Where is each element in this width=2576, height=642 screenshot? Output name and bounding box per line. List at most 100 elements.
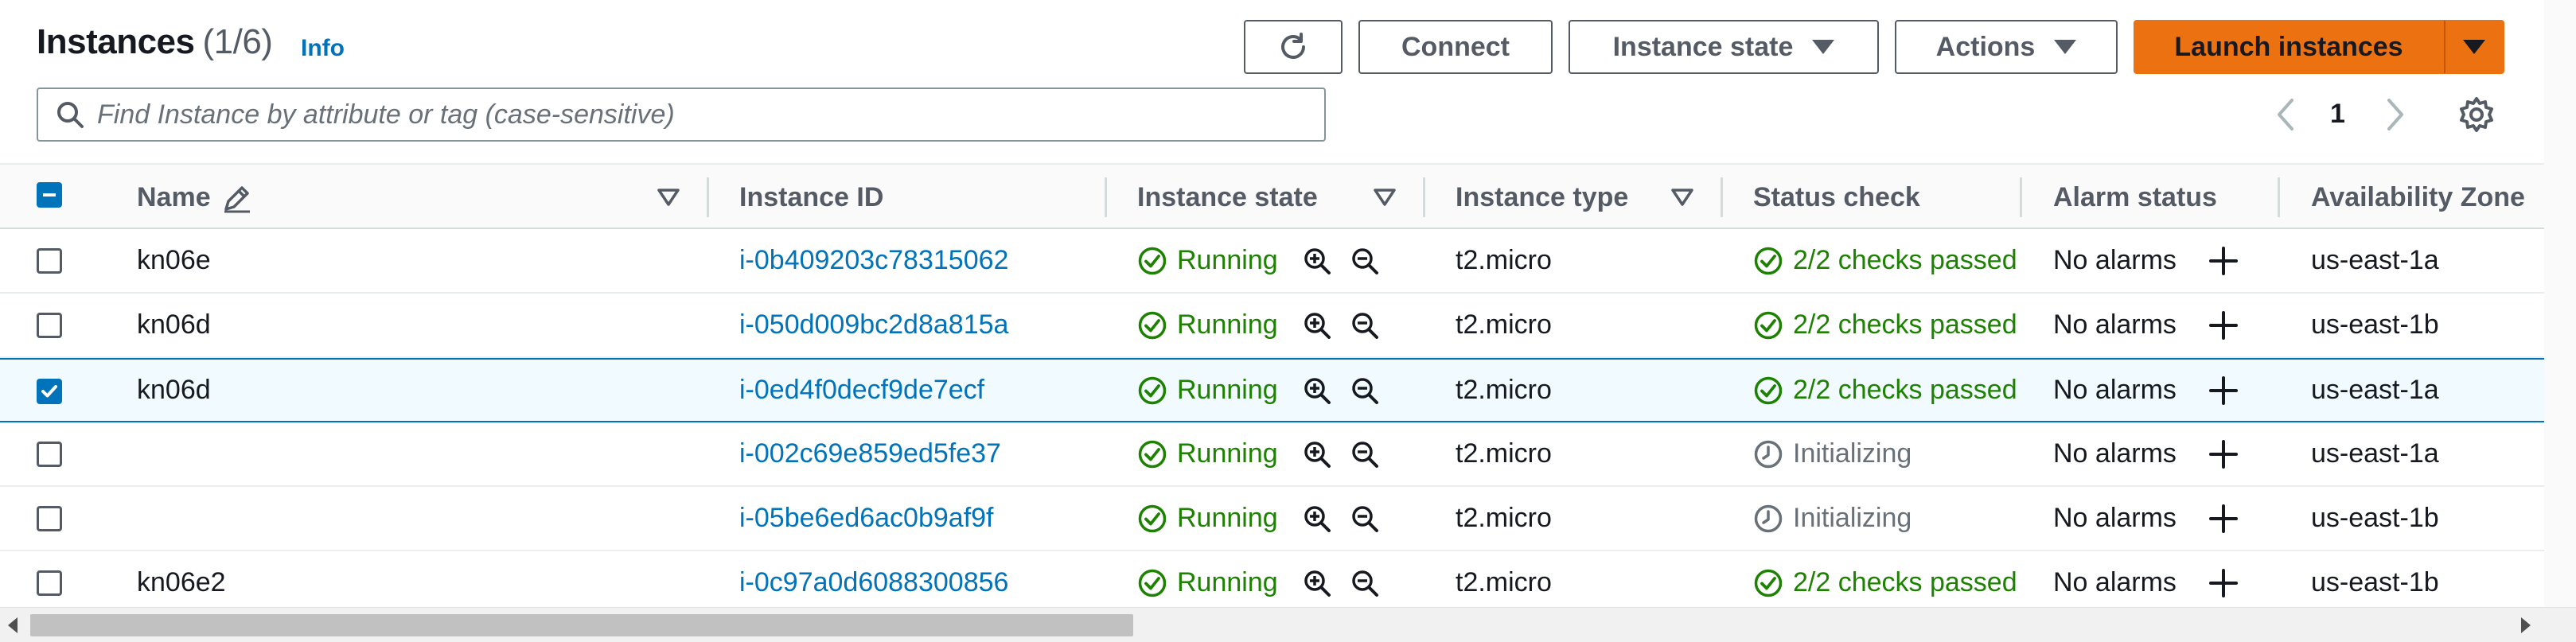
instance-id-link[interactable]: i-05be6ed6ac0b9af9f xyxy=(739,487,994,550)
column-divider[interactable] xyxy=(2020,177,2022,217)
zoom-out-icon[interactable] xyxy=(1350,504,1380,534)
table-row[interactable]: i-05be6ed6ac0b9af9f Running t2.micro Initia… xyxy=(0,487,2576,551)
instance-state: Running xyxy=(1137,229,1278,292)
table-header: Name Instance ID Instance state Instance… xyxy=(0,163,2576,229)
page-title: Instances (1/6) xyxy=(37,22,273,62)
search-box[interactable] xyxy=(37,88,1326,142)
plus-icon[interactable] xyxy=(2208,375,2239,407)
next-page-icon[interactable] xyxy=(2381,95,2410,134)
column-header-availability-zone[interactable]: Availability Zone xyxy=(2311,182,2525,213)
status-check-text: Initializing xyxy=(1793,503,1912,533)
column-header-instance-type[interactable]: Instance type xyxy=(1456,182,1628,213)
check-circle-icon xyxy=(1754,569,1783,597)
add-alarm-button[interactable] xyxy=(2208,294,2239,356)
select-all-checkbox[interactable] xyxy=(37,182,62,208)
column-divider[interactable] xyxy=(1721,177,1723,217)
check-circle-icon xyxy=(1138,311,1167,339)
column-divider[interactable] xyxy=(1423,177,1425,217)
previous-page-icon[interactable] xyxy=(2271,95,2300,134)
zoom-in-icon[interactable] xyxy=(1302,504,1332,534)
sort-down-icon[interactable] xyxy=(1671,189,1693,206)
add-alarm-button[interactable] xyxy=(2208,422,2239,485)
instance-state-dropdown[interactable]: Instance state xyxy=(1569,20,1879,74)
instance-id-link[interactable]: i-0b409203c78315062 xyxy=(739,229,1008,292)
table-row[interactable]: kn06d i-050d009bc2d8a815a Running t2.micro 2… xyxy=(0,294,2576,358)
row-checkbox[interactable] xyxy=(37,570,62,596)
zoom-out-icon[interactable] xyxy=(1350,246,1380,276)
add-alarm-button[interactable] xyxy=(2208,229,2239,292)
plus-icon[interactable] xyxy=(2208,438,2239,470)
instance-state: Running xyxy=(1137,487,1278,550)
zoom-in-icon[interactable] xyxy=(1302,568,1332,598)
refresh-button[interactable] xyxy=(1244,20,1343,74)
column-divider[interactable] xyxy=(2278,177,2280,217)
zoom-out-icon[interactable] xyxy=(1350,310,1380,340)
row-checkbox[interactable] xyxy=(37,313,62,338)
zoom-out-icon[interactable] xyxy=(1350,439,1380,469)
instance-name: kn06e xyxy=(137,245,211,275)
row-checkbox[interactable] xyxy=(37,379,62,404)
plus-icon[interactable] xyxy=(2208,567,2239,599)
sort-down-icon[interactable] xyxy=(1374,189,1396,206)
table-row[interactable]: kn06e i-0b409203c78315062 Running t2.micro 2… xyxy=(0,229,2576,294)
plus-icon[interactable] xyxy=(2208,245,2239,277)
column-divider[interactable] xyxy=(1105,177,1107,217)
check-circle-icon xyxy=(1138,376,1167,404)
instance-id-link[interactable]: i-002c69e859ed5fe37 xyxy=(739,422,1001,485)
column-header-instance-state[interactable]: Instance state xyxy=(1137,182,1318,213)
instance-state: Running xyxy=(1137,294,1278,356)
launch-instances-dropdown[interactable] xyxy=(2444,20,2504,74)
actions-dropdown[interactable]: Actions xyxy=(1895,20,2118,74)
state-filter-controls xyxy=(1302,229,1380,292)
pencil-icon[interactable] xyxy=(221,182,253,214)
launch-instances-button[interactable]: Launch instances xyxy=(2134,20,2444,74)
horizontal-scrollbar[interactable] xyxy=(0,607,2576,642)
row-checkbox[interactable] xyxy=(37,248,62,274)
gear-icon[interactable] xyxy=(2456,94,2497,135)
row-checkbox[interactable] xyxy=(37,506,62,531)
connect-button[interactable]: Connect xyxy=(1358,20,1553,74)
column-header-instance-id[interactable]: Instance ID xyxy=(739,182,883,213)
add-alarm-button[interactable] xyxy=(2208,360,2239,421)
zoom-out-icon[interactable] xyxy=(1350,375,1380,406)
scroll-right-arrow-icon[interactable] xyxy=(2521,617,2531,633)
instance-id-link[interactable]: i-050d009bc2d8a815a xyxy=(739,294,1008,356)
alarm-status: No alarms xyxy=(2053,309,2177,340)
add-alarm-button[interactable] xyxy=(2208,487,2239,550)
zoom-in-icon[interactable] xyxy=(1302,310,1332,340)
table-row[interactable]: kn06d i-0ed4f0decf9de7ecf Running t2.micro 2… xyxy=(0,358,2576,422)
checkmark-icon xyxy=(41,385,57,398)
sort-down-icon[interactable] xyxy=(657,189,680,206)
check-circle-icon xyxy=(1754,311,1783,339)
instance-state: Running xyxy=(1137,422,1278,485)
check-circle-icon xyxy=(1138,569,1167,597)
column-divider[interactable] xyxy=(707,177,709,217)
plus-icon[interactable] xyxy=(2208,309,2239,341)
state-filter-controls xyxy=(1302,294,1380,356)
instance-id-link[interactable]: i-0ed4f0decf9de7ecf xyxy=(739,360,984,421)
plus-icon[interactable] xyxy=(2208,503,2239,535)
info-link[interactable]: Info xyxy=(301,35,345,62)
add-alarm-button[interactable] xyxy=(2208,551,2239,614)
row-checkbox[interactable] xyxy=(37,442,62,467)
zoom-out-icon[interactable] xyxy=(1350,568,1380,598)
table-row[interactable]: kn06e2 i-0c97a0d6088300856 Running t2.micro… xyxy=(0,551,2576,616)
instance-id-link[interactable]: i-0c97a0d6088300856 xyxy=(739,551,1008,614)
column-header-alarm-status[interactable]: Alarm status xyxy=(2053,182,2217,213)
instance-state-text: Running xyxy=(1177,375,1278,405)
clock-icon xyxy=(1754,504,1783,532)
page-number[interactable]: 1 xyxy=(2330,99,2345,130)
scroll-left-arrow-icon[interactable] xyxy=(8,617,18,633)
search-input[interactable] xyxy=(97,99,1291,130)
zoom-in-icon[interactable] xyxy=(1302,246,1332,276)
actions-label: Actions xyxy=(1935,31,2036,62)
table-row[interactable]: i-002c69e859ed5fe37 Running t2.micro Initia… xyxy=(0,422,2576,487)
horizontal-scrollbar-thumb[interactable] xyxy=(30,614,1133,636)
column-header-status-check[interactable]: Status check xyxy=(1753,182,1920,213)
check-circle-icon xyxy=(1138,247,1167,274)
column-header-name[interactable]: Name xyxy=(137,182,211,213)
zoom-in-icon[interactable] xyxy=(1302,439,1332,469)
instances-header: Instances (1/6) Info Connect Instance sta… xyxy=(0,0,2576,163)
zoom-in-icon[interactable] xyxy=(1302,375,1332,406)
vertical-scrollbar[interactable] xyxy=(2544,0,2576,607)
